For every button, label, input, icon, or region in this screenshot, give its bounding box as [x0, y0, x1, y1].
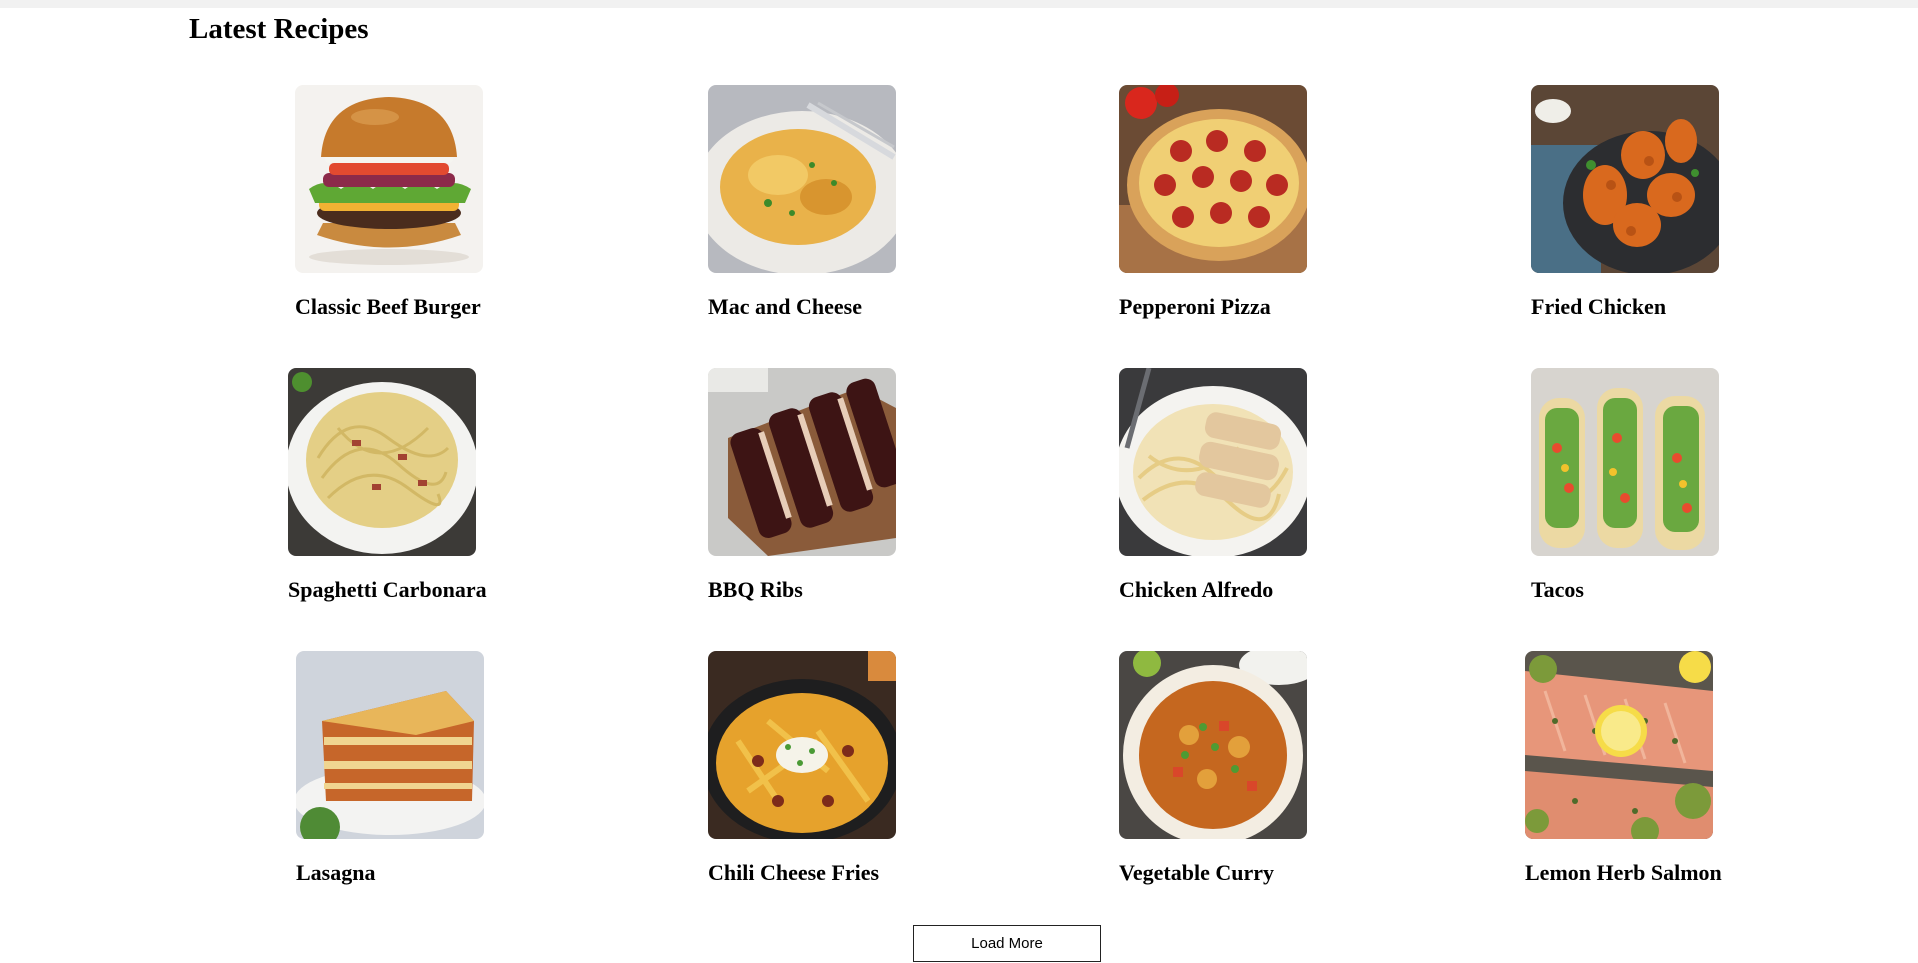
recipe-title[interactable]: Tacos	[1531, 576, 1584, 604]
burger-image[interactable]	[295, 85, 483, 273]
load-more-button[interactable]: Load More	[913, 925, 1101, 962]
chili-fries-image[interactable]	[708, 651, 896, 839]
recipe-title[interactable]: Mac and Cheese	[708, 293, 862, 321]
recipe-title[interactable]: Fried Chicken	[1531, 293, 1666, 321]
recipe-card-classic-beef-burger[interactable]: Classic Beef Burger	[295, 85, 525, 335]
recipe-card-lemon-herb-salmon[interactable]: Lemon Herb Salmon	[1525, 651, 1755, 901]
recipe-title[interactable]: Chicken Alfredo	[1119, 576, 1273, 604]
curry-image[interactable]	[1119, 651, 1307, 839]
recipe-title[interactable]: Pepperoni Pizza	[1119, 293, 1271, 321]
recipe-title[interactable]: Lasagna	[296, 859, 375, 887]
recipe-card-vegetable-curry[interactable]: Vegetable Curry	[1119, 651, 1349, 901]
lasagna-image[interactable]	[296, 651, 484, 839]
recipe-card-fried-chicken[interactable]: Fried Chicken	[1531, 85, 1761, 335]
recipe-card-tacos[interactable]: Tacos	[1531, 368, 1761, 618]
alfredo-image[interactable]	[1119, 368, 1307, 556]
salmon-image[interactable]	[1525, 651, 1713, 839]
recipe-title[interactable]: Vegetable Curry	[1119, 859, 1274, 887]
recipe-card-chili-cheese-fries[interactable]: Chili Cheese Fries	[708, 651, 938, 901]
recipe-card-lasagna[interactable]: Lasagna	[296, 651, 526, 901]
recipe-card-bbq-ribs[interactable]: BBQ Ribs	[708, 368, 938, 618]
recipe-card-chicken-alfredo[interactable]: Chicken Alfredo	[1119, 368, 1349, 618]
recipe-grid: Classic Beef Burger Mac and Cheese Peppe…	[0, 0, 1918, 963]
recipe-title[interactable]: Lemon Herb Salmon	[1525, 859, 1722, 887]
recipe-card-mac-and-cheese[interactable]: Mac and Cheese	[708, 85, 938, 335]
recipe-title[interactable]: Classic Beef Burger	[295, 293, 481, 321]
fried-chicken-image[interactable]	[1531, 85, 1719, 273]
recipe-card-pepperoni-pizza[interactable]: Pepperoni Pizza	[1119, 85, 1349, 335]
mac-and-cheese-image[interactable]	[708, 85, 896, 273]
recipe-title[interactable]: BBQ Ribs	[708, 576, 803, 604]
pizza-image[interactable]	[1119, 85, 1307, 273]
recipe-title[interactable]: Spaghetti Carbonara	[288, 576, 487, 604]
recipe-title[interactable]: Chili Cheese Fries	[708, 859, 879, 887]
tacos-image[interactable]	[1531, 368, 1719, 556]
carbonara-image[interactable]	[288, 368, 476, 556]
recipe-card-spaghetti-carbonara[interactable]: Spaghetti Carbonara	[288, 368, 518, 618]
ribs-image[interactable]	[708, 368, 896, 556]
